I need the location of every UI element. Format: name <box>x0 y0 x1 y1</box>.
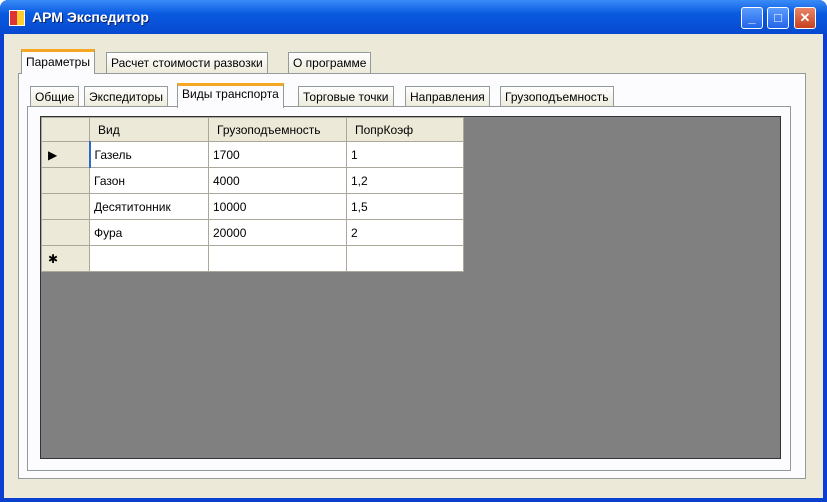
column-header-coef[interactable]: ПопрКоэф <box>346 117 464 142</box>
cell-coef[interactable]: 1,5 <box>346 193 464 220</box>
cell-capacity[interactable]: 10000 <box>208 193 347 220</box>
title-bar[interactable]: АРМ Экспедитор _ □ ✕ <box>0 0 827 34</box>
tab-capacity[interactable]: Грузоподъемность <box>500 86 614 108</box>
new-row-indicator[interactable]: ✱ <box>41 245 90 272</box>
cell-type[interactable] <box>89 245 209 272</box>
new-row[interactable]: ✱ <box>41 245 464 272</box>
table-row[interactable]: Газон 4000 1,2 <box>41 167 464 194</box>
close-button[interactable]: ✕ <box>794 7 816 29</box>
maximize-button[interactable]: □ <box>767 7 789 29</box>
table-row[interactable]: Фура 20000 2 <box>41 219 464 246</box>
minimize-button[interactable]: _ <box>741 7 763 29</box>
column-header-capacity[interactable]: Грузоподъемность <box>208 117 347 142</box>
app-window: АРМ Экспедитор _ □ ✕ Параметры Расчет ст… <box>0 0 827 502</box>
cell-capacity[interactable]: 20000 <box>208 219 347 246</box>
cell-coef[interactable] <box>346 245 464 272</box>
cell-type[interactable]: Фура <box>89 219 209 246</box>
cell-capacity[interactable]: 4000 <box>208 167 347 194</box>
cell-coef[interactable]: 1,2 <box>346 167 464 194</box>
grid-header-row: Вид Грузоподъемность ПопрКоэф <box>41 117 464 142</box>
tab-directions[interactable]: Направления <box>405 86 490 108</box>
table-row[interactable]: Десятитонник 10000 1,5 <box>41 193 464 220</box>
row-header[interactable] <box>41 193 90 220</box>
cell-coef[interactable]: 2 <box>346 219 464 246</box>
tab-transport-types[interactable]: Виды транспорта <box>177 83 284 108</box>
window-title: АРМ Экспедитор <box>32 9 149 25</box>
row-header-corner <box>41 117 90 142</box>
app-icon <box>9 10 25 26</box>
table-row[interactable]: ▶ Газель 1700 1 <box>41 141 464 168</box>
cell-capacity[interactable] <box>208 245 347 272</box>
cell-type[interactable]: Десятитонник <box>89 193 209 220</box>
column-header-type[interactable]: Вид <box>89 117 209 142</box>
cell-capacity[interactable]: 1700 <box>208 141 347 168</box>
current-row-indicator[interactable]: ▶ <box>41 141 90 168</box>
transport-grid[interactable]: Вид Грузоподъемность ПопрКоэф ▶ Газель 1… <box>40 116 781 459</box>
tab-parameters[interactable]: Параметры <box>21 49 95 74</box>
row-header[interactable] <box>41 167 90 194</box>
tab-forwarders[interactable]: Экспедиторы <box>84 86 168 108</box>
tab-delivery-cost[interactable]: Расчет стоимости развозки <box>106 52 268 74</box>
tab-general[interactable]: Общие <box>30 86 80 108</box>
cell-coef[interactable]: 1 <box>346 141 464 168</box>
cell-type[interactable]: Газель <box>88 141 209 168</box>
tab-trade-points[interactable]: Торговые точки <box>298 86 394 108</box>
row-header[interactable] <box>41 219 90 246</box>
cell-type[interactable]: Газон <box>89 167 209 194</box>
tab-about[interactable]: О программе <box>288 52 372 74</box>
